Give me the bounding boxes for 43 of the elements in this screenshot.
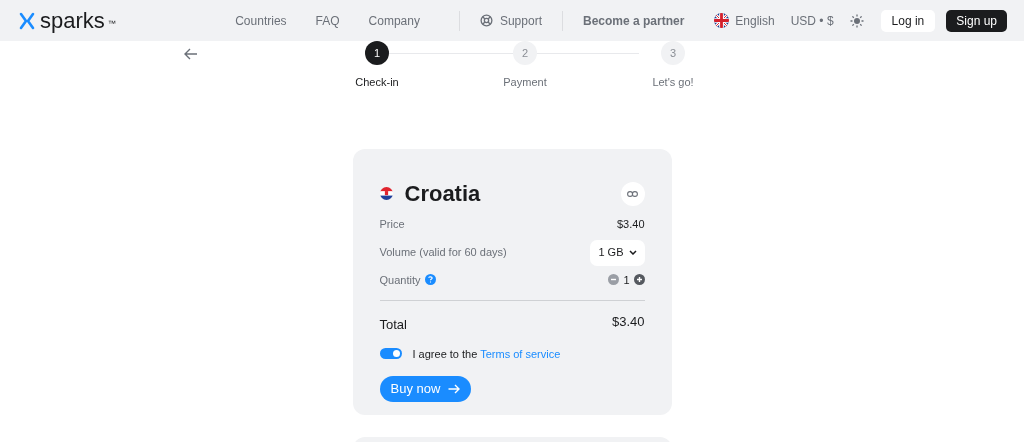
quantity-label: Quantity (379, 272, 421, 288)
nav-link[interactable]: Company (368, 11, 420, 30)
caret-icon (628, 250, 637, 255)
minus-icon[interactable] (608, 274, 620, 286)
support-link[interactable]: Support (499, 11, 542, 30)
total-label: Total (379, 316, 407, 334)
total-value: $3.40 (611, 313, 645, 331)
step-label: Payment (503, 75, 547, 90)
link-icon (627, 190, 638, 197)
step-label: Check-in (355, 75, 399, 90)
price-label: Price (379, 217, 405, 232)
step-label: Let's go! (652, 75, 694, 90)
theme-toggle-icon[interactable] (849, 13, 864, 28)
language-link[interactable]: English (735, 11, 775, 30)
flag-icon (379, 187, 393, 200)
quantity-value: 1 (623, 272, 630, 288)
logo-text[interactable]: sparks (40, 9, 105, 32)
nav-link[interactable]: Countries (235, 11, 287, 30)
currency-link[interactable]: USD • $ (790, 11, 834, 30)
agree-toggle[interactable] (379, 348, 402, 360)
login-button[interactable]: Log in (880, 9, 936, 32)
buy-now-button[interactable]: Buy now (379, 376, 472, 402)
volume-dropdown[interactable]: 1 GB (590, 239, 645, 266)
lifebuoy-icon (479, 14, 493, 27)
trademark-mark: ™ (107, 17, 116, 30)
logo-icon (17, 10, 37, 31)
help-icon[interactable] (425, 274, 437, 286)
nav-link[interactable]: FAQ (315, 11, 340, 30)
country-title: Croatia (404, 180, 481, 208)
back-arrow-icon[interactable] (184, 48, 198, 60)
agree-text: I agree to the Terms of service (412, 346, 561, 362)
flag-icon (714, 13, 730, 28)
partner-link[interactable]: Become a partner (582, 11, 685, 30)
signup-button[interactable]: Sign up (946, 9, 1007, 32)
terms-link[interactable]: Terms of service (480, 347, 561, 360)
step-number: 3 (661, 41, 685, 65)
step-number: 2 (513, 41, 537, 65)
arrow-right-icon (448, 384, 461, 394)
volume-label: Volume (valid for 60 days) (379, 245, 507, 261)
step-number: 1 (365, 41, 389, 65)
copy-link-button[interactable] (620, 181, 645, 206)
plus-icon[interactable] (633, 274, 645, 286)
price-value: $3.40 (616, 217, 645, 232)
